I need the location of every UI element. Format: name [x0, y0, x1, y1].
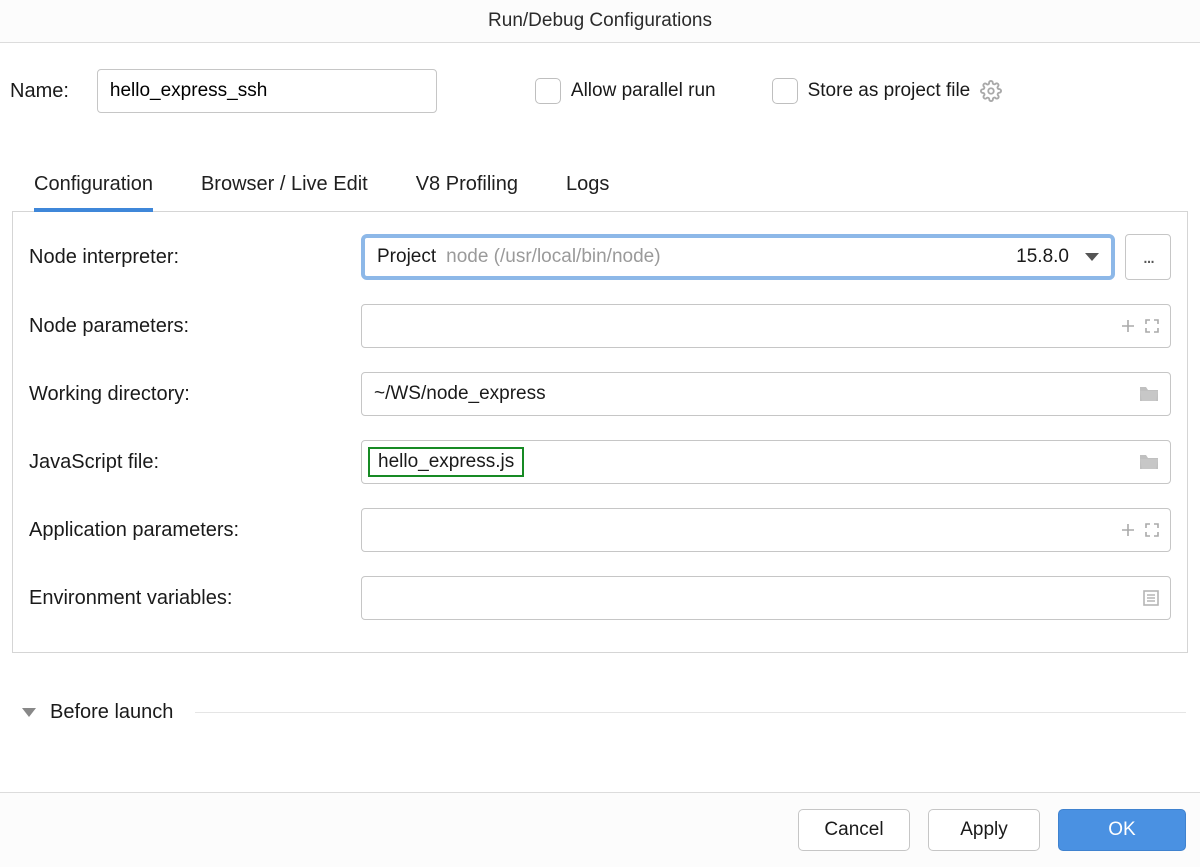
plus-icon[interactable] — [1120, 318, 1136, 334]
store-project-label: Store as project file — [808, 80, 971, 102]
top-row: Name: Allow parallel run Store as projec… — [10, 69, 1190, 113]
allow-parallel-checkbox[interactable] — [535, 78, 561, 104]
tabs: Configuration Browser / Live Edit V8 Pro… — [10, 173, 1190, 212]
cancel-button[interactable]: Cancel — [798, 809, 910, 851]
working-directory-input[interactable]: ~/WS/node_express — [361, 372, 1171, 416]
name-label: Name: — [10, 80, 69, 103]
before-launch-section[interactable]: Before launch — [10, 701, 1190, 724]
expand-icon[interactable] — [1144, 522, 1160, 538]
tab-logs[interactable]: Logs — [566, 173, 609, 212]
javascript-file-input[interactable]: hello_express.js — [361, 440, 1171, 484]
collapse-triangle-icon — [22, 708, 36, 717]
interpreter-path: node (/usr/local/bin/node) — [446, 246, 660, 268]
configuration-panel: Node interpreter: Project node (/usr/loc… — [12, 211, 1188, 653]
chevron-down-icon — [1085, 253, 1099, 261]
window-title: Run/Debug Configurations — [0, 0, 1200, 43]
interpreter-browse-button[interactable]: ... — [1125, 234, 1171, 280]
name-input[interactable] — [97, 69, 437, 113]
application-parameters-label: Application parameters: — [29, 519, 361, 542]
gear-icon[interactable] — [980, 80, 1002, 102]
interpreter-version: 15.8.0 — [1016, 246, 1069, 268]
node-interpreter-label: Node interpreter: — [29, 246, 361, 269]
environment-variables-label: Environment variables: — [29, 587, 361, 610]
node-parameters-label: Node parameters: — [29, 315, 361, 338]
allow-parallel-label: Allow parallel run — [571, 80, 716, 102]
ok-button[interactable]: OK — [1058, 809, 1186, 851]
node-parameters-input[interactable] — [361, 304, 1171, 348]
tab-configuration[interactable]: Configuration — [34, 173, 153, 212]
plus-icon[interactable] — [1120, 522, 1136, 538]
environment-variables-input[interactable] — [361, 576, 1171, 620]
footer: Cancel Apply OK — [0, 792, 1200, 867]
working-directory-label: Working directory: — [29, 383, 361, 406]
folder-icon[interactable] — [1138, 453, 1160, 471]
expand-icon[interactable] — [1144, 318, 1160, 334]
application-parameters-input[interactable] — [361, 508, 1171, 552]
store-project-checkbox[interactable] — [772, 78, 798, 104]
interpreter-name: Project — [377, 246, 436, 268]
before-launch-label: Before launch — [50, 701, 173, 724]
javascript-file-label: JavaScript file: — [29, 451, 361, 474]
working-directory-value: ~/WS/node_express — [374, 383, 1130, 405]
tab-v8-profiling[interactable]: V8 Profiling — [416, 173, 518, 212]
list-icon[interactable] — [1142, 589, 1160, 607]
apply-button[interactable]: Apply — [928, 809, 1040, 851]
folder-icon[interactable] — [1138, 385, 1160, 403]
divider-line — [195, 712, 1186, 713]
javascript-file-value: hello_express.js — [368, 447, 524, 477]
node-interpreter-select[interactable]: Project node (/usr/local/bin/node) 15.8.… — [361, 234, 1115, 280]
tab-browser-live-edit[interactable]: Browser / Live Edit — [201, 173, 368, 212]
